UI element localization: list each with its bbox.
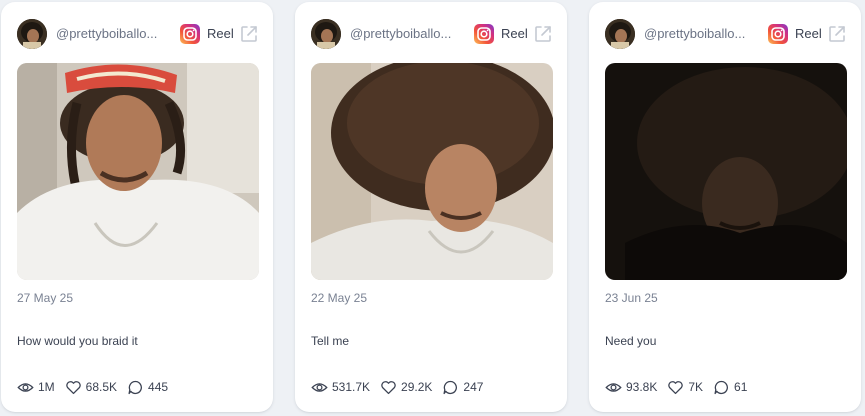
- instagram-icon: [474, 24, 494, 44]
- comments-stat: 61: [713, 379, 747, 396]
- post-card[interactable]: @prettyboiballo...: [295, 2, 567, 412]
- author-handle[interactable]: @prettyboiballo...: [56, 26, 166, 41]
- heart-icon: [381, 380, 396, 394]
- post-date: 23 Jun 25: [605, 291, 658, 305]
- views-count: 531.7K: [332, 380, 371, 394]
- post-type-label: Reel: [501, 26, 528, 41]
- post-thumbnail[interactable]: [17, 63, 259, 280]
- heart-icon: [65, 380, 81, 394]
- views-count: 93.8K: [626, 380, 658, 394]
- comment-icon: [128, 380, 142, 394]
- post-stats: 1M 68.5K 445: [17, 378, 178, 396]
- comments-stat: 247: [442, 379, 483, 396]
- views-stat: 1M: [17, 379, 55, 396]
- avatar[interactable]: [605, 19, 635, 49]
- instagram-icon: [180, 24, 200, 44]
- likes-count: 68.5K: [85, 380, 118, 394]
- likes-stat: 68.5K: [65, 379, 117, 396]
- avatar[interactable]: [311, 19, 341, 49]
- eye-icon: [17, 382, 34, 392]
- post-type-label: Reel: [795, 26, 822, 41]
- post-header: @prettyboiballo... Reel: [311, 19, 553, 49]
- post-thumbnail[interactable]: [605, 63, 847, 280]
- eye-icon: [605, 382, 622, 392]
- heart-icon: [668, 380, 684, 394]
- author-handle[interactable]: @prettyboiballo...: [644, 26, 754, 41]
- likes-count: 7K: [688, 380, 704, 394]
- views-count: 1M: [38, 380, 55, 394]
- external-link-icon[interactable]: [533, 24, 553, 44]
- external-link-icon[interactable]: [239, 24, 259, 44]
- post-stats: 531.7K 29.2K 247: [311, 378, 493, 396]
- likes-stat: 7K: [667, 379, 703, 396]
- post-grid: @prettyboiballo... Reel 27 May 25 How wo…: [0, 0, 865, 416]
- post-date: 27 May 25: [17, 291, 74, 305]
- post-caption: How would you braid it: [17, 334, 138, 348]
- post-thumbnail[interactable]: [311, 63, 553, 280]
- comments-stat: 445: [127, 379, 168, 396]
- views-stat: 531.7K: [311, 379, 370, 396]
- likes-count: 29.2K: [401, 380, 433, 394]
- comment-icon: [443, 380, 458, 394]
- post-card[interactable]: @prettyboiballo...: [589, 2, 861, 412]
- instagram-icon: [768, 24, 788, 44]
- post-card[interactable]: @prettyboiballo...: [1, 2, 273, 412]
- post-stats: 93.8K 7K 61: [605, 378, 757, 396]
- comments-count: 445: [148, 380, 169, 394]
- post-header: @prettyboiballo... Reel: [17, 19, 259, 49]
- comment-icon: [714, 380, 728, 394]
- post-date: 22 May 25: [311, 291, 368, 305]
- likes-stat: 29.2K: [380, 379, 432, 396]
- comments-count: 61: [734, 380, 748, 394]
- post-type-label: Reel: [207, 26, 234, 41]
- eye-icon: [311, 382, 328, 392]
- author-handle[interactable]: @prettyboiballo...: [350, 26, 460, 41]
- post-caption: Tell me: [311, 334, 350, 348]
- external-link-icon[interactable]: [827, 24, 847, 44]
- post-header: @prettyboiballo... Reel: [605, 19, 847, 49]
- comments-count: 247: [463, 380, 484, 394]
- views-stat: 93.8K: [605, 379, 657, 396]
- post-caption: Need you: [605, 334, 657, 348]
- avatar[interactable]: [17, 19, 47, 49]
